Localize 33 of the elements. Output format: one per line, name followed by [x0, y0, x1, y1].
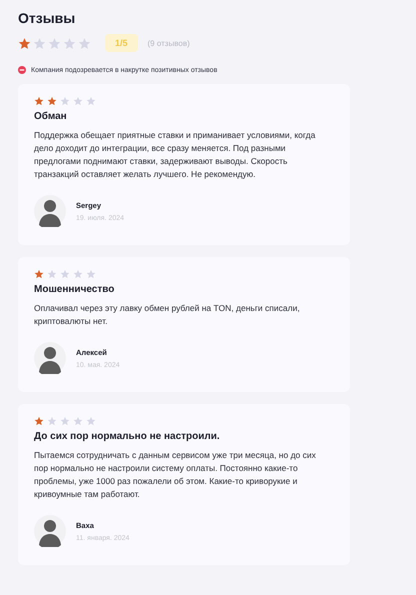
star-icon [60, 269, 70, 279]
star-icon [86, 269, 96, 279]
review-text: Пытаемся сотрудничать с данным сервисом уже три месяца, но до сих пор нормально не настроили систему оплаты. Постоянно какие-то проблемы, уже 1000 раз пожалели об этом. Какие-то криворукие и кривоумные там работают. [34, 449, 317, 501]
rating-score: 1/5 [105, 34, 138, 52]
warning-icon [18, 66, 26, 74]
review-text: Оплачивал через эту лавку обмен рублей на TON, деньги списали, криптовалюты нет. [34, 302, 301, 328]
star-icon [47, 96, 57, 106]
avatar-icon [34, 515, 66, 547]
review-text: Поддержка обещает приятные ставки и приманивает условиями, когда дело доходит до интеграции, все сразу меняется. Под разными предлогами поднимают ставки, задерживают выводы. Скорость транзакций оставляет желать лучшего. Не рекомендую. [34, 129, 316, 181]
review-count: (9 отзывов) [148, 38, 190, 48]
star-icon [48, 36, 61, 50]
review-title: До сих пор нормально не настроили. [34, 431, 221, 442]
star-icon [73, 269, 83, 279]
star-icon [47, 269, 57, 279]
star-icon [63, 36, 76, 50]
star-icon [73, 96, 83, 106]
star-icon [34, 96, 44, 106]
avatar-icon [34, 342, 66, 374]
star-icon [78, 36, 91, 50]
star-icon [86, 416, 96, 426]
review-title: Обман [34, 111, 68, 122]
star-icon [34, 416, 44, 426]
star-icon [18, 36, 31, 50]
star-icon [60, 416, 70, 426]
avatar-icon [34, 195, 66, 227]
review-title: Мошенничество [34, 284, 116, 295]
star-icon [86, 96, 96, 106]
section-title: Отзывы [18, 10, 76, 26]
star-icon [60, 96, 70, 106]
star-icon [47, 416, 57, 426]
star-icon [34, 269, 44, 279]
star-icon [33, 36, 46, 50]
star-icon [73, 416, 83, 426]
